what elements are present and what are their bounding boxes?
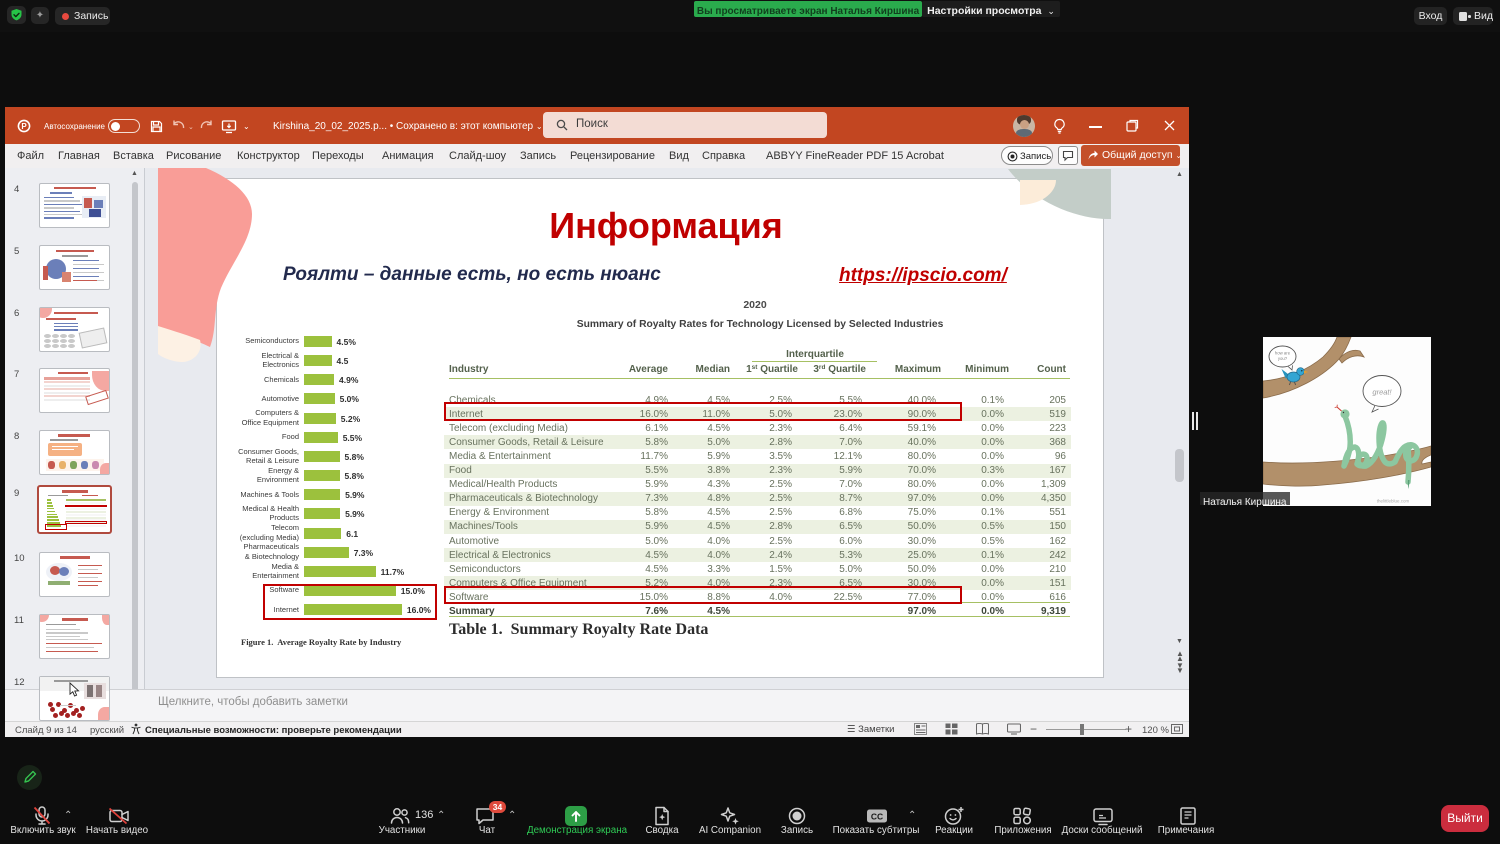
svg-text:how are: how are (1275, 351, 1291, 356)
svg-text:you?: you? (1278, 356, 1288, 361)
svg-text:CC: CC (871, 811, 883, 821)
svg-text:P: P (21, 122, 27, 131)
svg-text:great!: great! (1372, 388, 1392, 397)
svg-text:thelittleblue.com: thelittleblue.com (1377, 499, 1410, 504)
